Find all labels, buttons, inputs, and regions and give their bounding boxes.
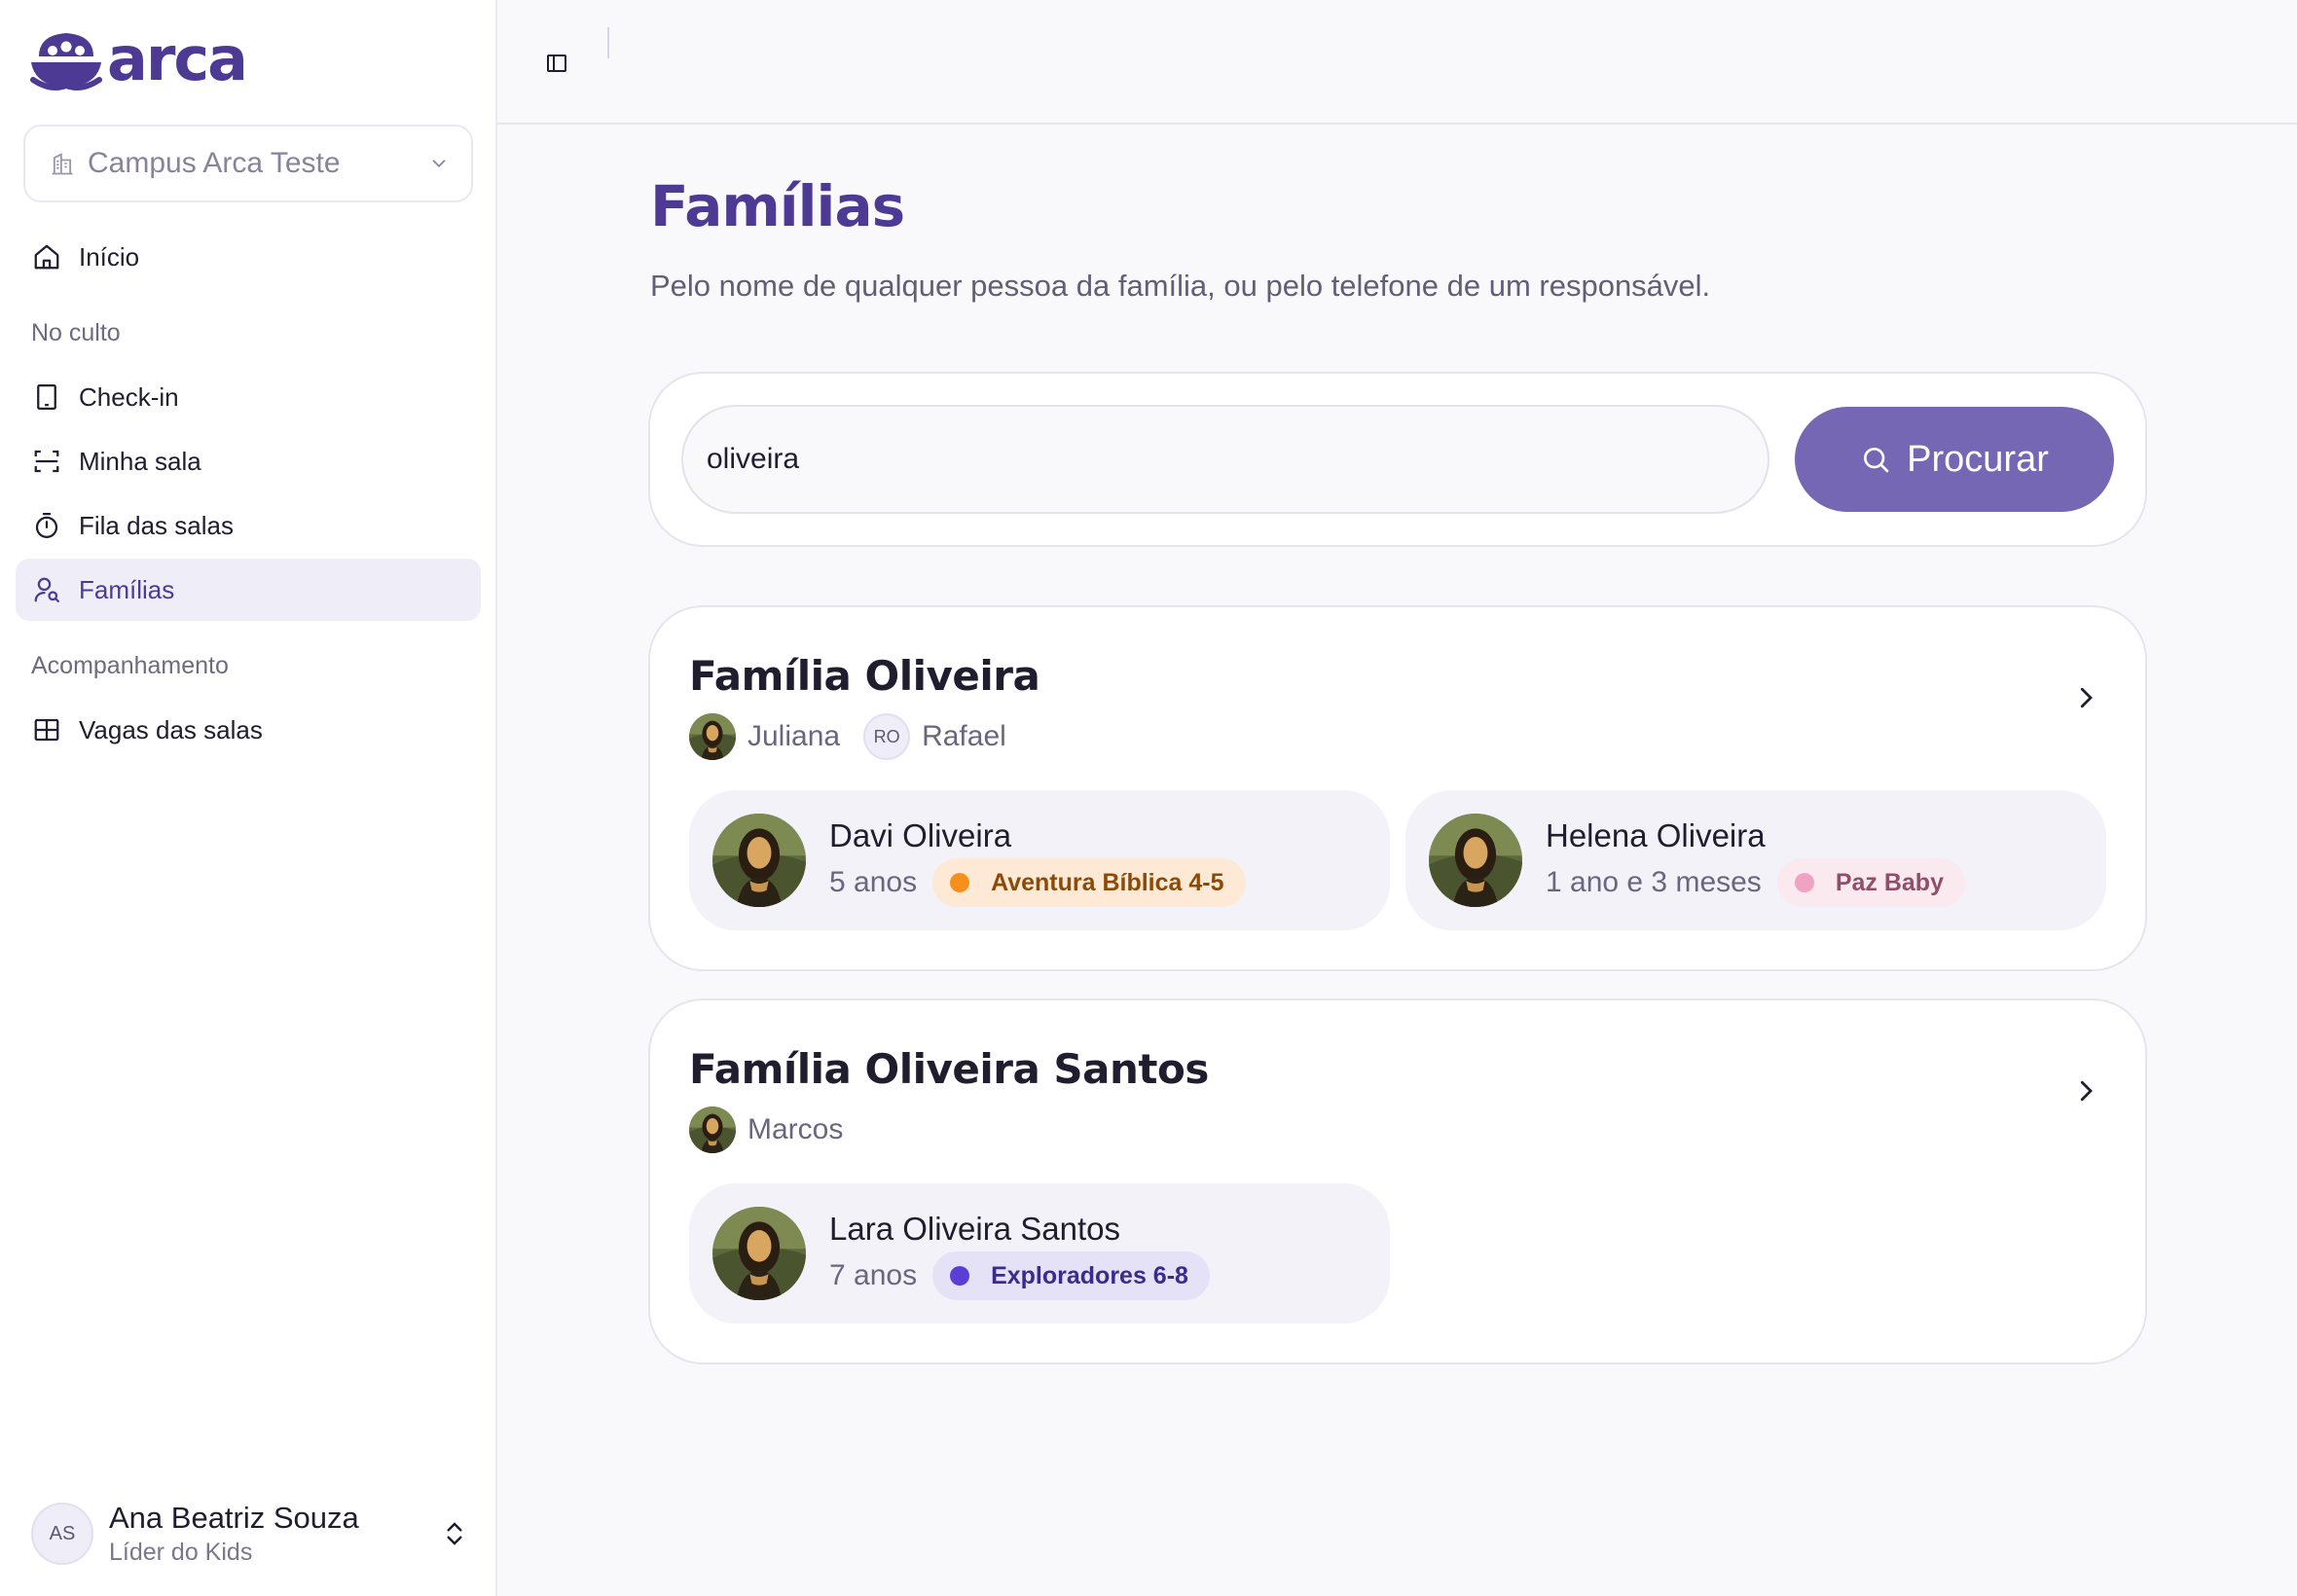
sidebar-item-inicio[interactable]: Início [16,226,481,288]
room-name: Exploradores 6-8 [991,1261,1188,1289]
sidebar-item-familias[interactable]: Famílias [16,559,481,621]
user-menu[interactable]: AS Ana Beatriz Souza Líder do Kids [31,1499,469,1569]
search-input[interactable] [681,405,1769,514]
guardian-list: Juliana RO Rafael [689,712,1030,761]
family-card[interactable]: Família Oliveira Juliana RO Rafael Davi … [648,605,2147,971]
child-card[interactable]: Davi Oliveira 5 anos Aventura Bíblica 4-… [689,790,1390,930]
user-role: Líder do Kids [109,1539,253,1566]
topbar [497,0,2297,125]
search-card: Procurar [648,372,2147,547]
child-age: 1 ano e 3 meses [1546,866,1762,898]
sidebar-item-label: Minha sala [79,446,201,476]
child-name: Davi Oliveira [829,817,1012,853]
sidebar-toggle-button[interactable] [540,47,573,80]
guardian-name: Rafael [922,720,1006,752]
sidebar-item-fila-das-salas[interactable]: Fila das salas [16,494,481,557]
family-card[interactable]: Família Oliveira Santos Marcos Lara Oliv… [648,998,2147,1364]
child-age: 7 anos [829,1259,918,1291]
timer-icon [35,513,58,538]
room-name: Paz Baby [1835,868,1944,896]
room-name: Aventura Bíblica 4-5 [991,868,1224,896]
guardian-name: Marcos [747,1113,844,1145]
avatar [712,814,806,907]
family-name: Família Oliveira Santos [689,1045,1209,1093]
avatar [689,713,736,760]
grid-icon [34,718,59,742]
room-dot [1794,873,1814,892]
room-dot [950,873,970,892]
tablet-icon [37,384,56,410]
home-icon [34,244,59,270]
section-acompanhamento: Acompanhamento [31,652,229,679]
guardian: Marcos [689,1106,843,1153]
avatar [712,1207,806,1300]
avatar [1429,814,1522,907]
family-name: Família Oliveira [689,652,1040,700]
chevron-right-icon[interactable] [2071,683,2100,712]
sidebar-item-check-in[interactable]: Check-in [16,366,481,428]
sidebar-item-minha-sala[interactable]: Minha sala [16,430,481,492]
page-subtitle: Pelo nome de qualquer pessoa da família,… [650,269,1711,303]
panel-left-icon [547,54,566,72]
chevron-right-icon[interactable] [2071,1076,2100,1106]
sidebar-item-label: Check-in [79,381,179,412]
chevrons-up-down-icon [447,1522,462,1545]
page-title: Famílias [650,173,905,239]
avatar: AS [31,1503,93,1565]
chevron-down-icon [432,160,446,168]
divider [607,27,609,58]
guardian: RO Rafael [863,713,1006,760]
arca-logo[interactable]: arca [29,23,248,95]
avatar [689,1106,736,1153]
sidebar-item-label: Início [79,241,140,272]
room-badge: Aventura Bíblica 4-5 [932,858,1246,907]
child-name: Lara Oliveira Santos [829,1211,1120,1247]
search-button-label: Procurar [1907,438,2049,480]
ark-logo-icon [30,33,102,91]
child-age: 5 anos [829,866,918,898]
guardian-name: Juliana [747,720,841,752]
logo-text: arca [107,23,248,94]
sidebar: arca Campus Arca Teste Início No culto C… [0,0,497,1596]
guardian-list: Marcos [689,1106,866,1154]
room-dot [950,1266,970,1286]
child-card[interactable]: Lara Oliveira Santos 7 anos Exploradores… [689,1183,1390,1324]
avatar: RO [863,713,911,760]
search-button[interactable]: Procurar [1795,407,2114,512]
building-icon [52,153,73,175]
room-badge: Paz Baby [1776,858,1965,907]
sidebar-item-label: Famílias [79,574,175,604]
campus-selector[interactable]: Campus Arca Teste [23,125,473,202]
user-name: Ana Beatriz Souza [109,1501,359,1535]
campus-label: Campus Arca Teste [88,147,341,179]
guardian: Juliana [689,713,840,760]
scan-icon [34,450,59,473]
search-icon [1864,448,1889,473]
sidebar-item-vagas-das-salas[interactable]: Vagas das salas [16,699,481,761]
room-badge: Exploradores 6-8 [932,1251,1210,1300]
sidebar-item-label: Fila das salas [79,510,234,540]
sidebar-item-label: Vagas das salas [79,714,263,744]
section-no-culto: No culto [31,319,121,346]
child-name: Helena Oliveira [1546,817,1766,853]
child-card[interactable]: Helena Oliveira 1 ano e 3 meses Paz Baby [1405,790,2106,930]
user-search-icon [34,577,59,602]
